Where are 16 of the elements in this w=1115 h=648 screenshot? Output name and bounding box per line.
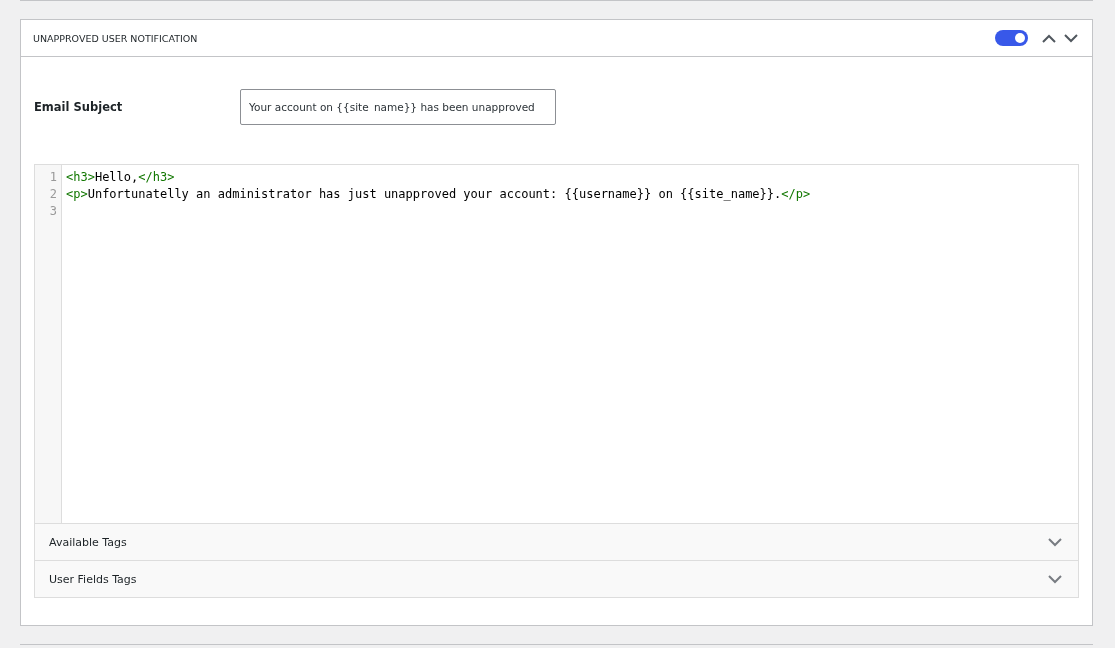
code-line: <h3>Hello,</h3>	[66, 170, 175, 184]
chevron-down-icon	[1048, 574, 1062, 584]
panel-title: UNAPPROVED USER NOTIFICATION	[33, 32, 198, 44]
accordion-header[interactable]: Available Tags	[34, 524, 1079, 561]
chevron-down-icon	[1048, 537, 1062, 547]
code-line: <p>Unfortunatelly an administrator has just unapproved your account: {{username}} on {{site_name}}.</p>	[66, 187, 811, 201]
move-down-icon[interactable]	[1064, 33, 1078, 43]
enable-toggle[interactable]	[995, 30, 1028, 46]
line-number: 3	[48, 203, 58, 220]
email-subject-field[interactable]: Your account on {{site_name}} has been unapproved	[240, 89, 556, 125]
accordion-header[interactable]: User Fields Tags	[34, 561, 1079, 598]
field-label: Email Subject	[34, 100, 124, 114]
code-editor[interactable]: 1 2 3 <h3>Hello,</h3> <p>Unfortunatelly an administrator has just unapproved your account: {{username}} on {{site_name}}.</p>	[34, 164, 1079, 524]
line-number: 2	[48, 186, 58, 203]
move-up-icon[interactable]	[1042, 33, 1056, 43]
line-number: 1	[48, 169, 58, 186]
